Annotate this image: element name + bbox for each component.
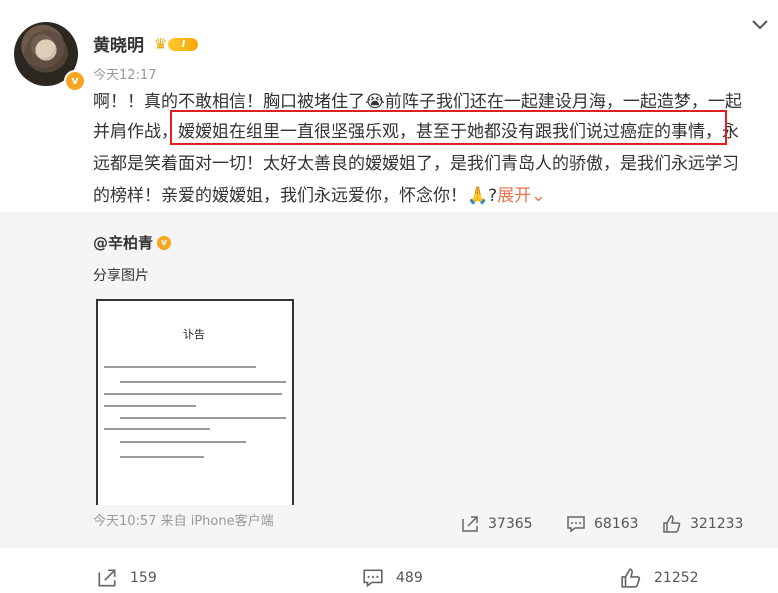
post-timestamp[interactable]: 今天12:17 — [93, 64, 156, 83]
comment-icon — [363, 569, 383, 588]
verified-badge-icon: v — [64, 70, 86, 92]
vip-level: I — [168, 37, 199, 51]
repost-like-button[interactable]: 321233 — [662, 514, 743, 534]
expand-link[interactable]: 展开⌄ — [497, 186, 545, 206]
comment-button[interactable]: 489 — [362, 568, 423, 588]
like-button[interactable]: 21252 — [620, 567, 699, 589]
author-name[interactable]: 黄晓明 — [93, 31, 144, 56]
share-button[interactable]: 159 — [96, 568, 157, 588]
share-icon — [462, 516, 478, 532]
repost-timestamp[interactable]: 今天10:57 来自 iPhone客户端 — [93, 510, 274, 529]
repost-author[interactable]: @辛柏青 — [93, 232, 153, 253]
share-icon — [98, 569, 116, 587]
chevron-down-icon[interactable] — [749, 14, 771, 36]
crown-icon: ♛ — [154, 35, 168, 53]
doc-text-line — [104, 366, 256, 368]
doc-text-line — [104, 428, 210, 430]
post-line-4: 的榜样！亲爱的嫒嫒姐，我们永远爱你，怀念你！🙏?展开⌄ — [93, 180, 545, 212]
comment-icon — [567, 516, 585, 533]
obituary-title: 讣告 — [183, 328, 205, 341]
thumbs-up-icon — [621, 568, 641, 588]
post-line-3: 远都是笑着面对一切！太好太善良的嫒嫒姐了，是我们青岛人的骄傲，是我们永远学习 — [93, 154, 739, 174]
doc-text-line — [104, 393, 282, 395]
doc-text-line — [120, 441, 246, 443]
pray-emoji-icon: 🙏 — [467, 186, 489, 206]
doc-text-line — [120, 417, 286, 419]
repost-verified-icon: v — [157, 236, 171, 250]
highlight-annotation-box — [170, 110, 727, 145]
expand-chevron-icon: ⌄ — [531, 186, 546, 206]
doc-text-line — [120, 381, 286, 383]
vip-badge-icon[interactable]: ♛ I — [154, 36, 202, 52]
repost-share-button[interactable]: 37365 — [460, 515, 533, 533]
thumbs-up-icon — [663, 515, 681, 533]
repost-comment-button[interactable]: 68163 — [566, 515, 639, 533]
doc-text-line — [120, 456, 204, 458]
share-label: 分享图片 — [93, 268, 149, 284]
doc-text-line — [104, 405, 196, 407]
